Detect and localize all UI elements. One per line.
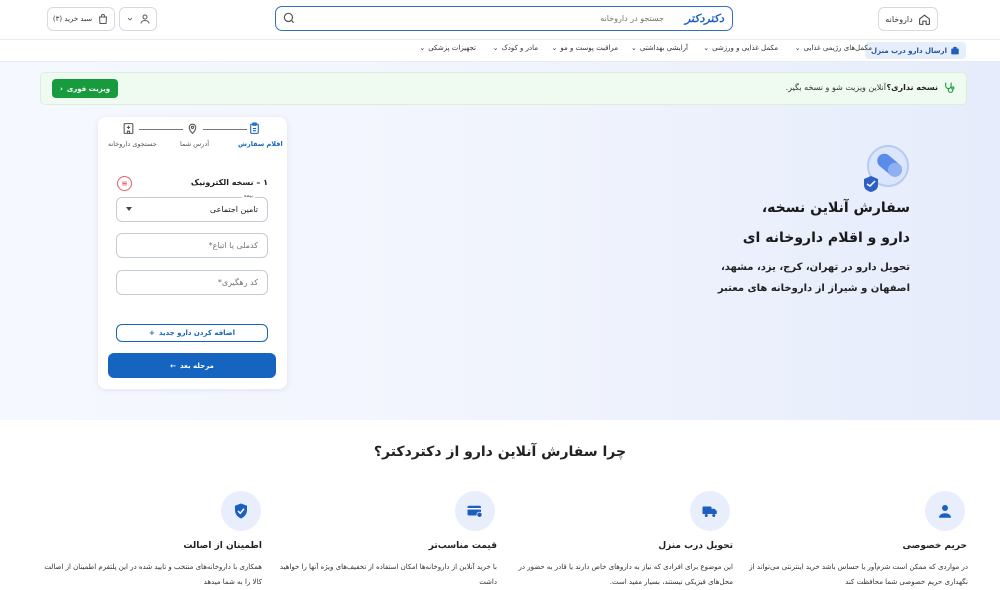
nav-item-diet-supplements[interactable]: مکمل‌های رژیمی غذایی ⌄ xyxy=(795,44,872,52)
brand-logo: دکتردکتر xyxy=(684,12,724,25)
features-title: چرا سفارش آنلاین دارو از دکتردکتر؟ xyxy=(373,444,627,460)
clipboard-icon xyxy=(248,122,261,135)
step-label-address: آدرس شما xyxy=(180,140,210,148)
user-icon xyxy=(139,13,151,25)
next-step-button[interactable]: مرحله بعد ← xyxy=(108,353,276,378)
visit-banner: نسخه نداری؟ آنلاین ویزیت شو و نسخه بگیر. xyxy=(40,72,967,105)
insurance-select[interactable]: بیمه تامین اجتماعی xyxy=(116,193,268,222)
cart-label: سبد خرید (۳) xyxy=(52,15,93,23)
chevron-down-icon: ⌄ xyxy=(419,44,426,52)
pill-shield-illustration xyxy=(861,142,911,192)
user-icon xyxy=(925,491,965,531)
add-drug-button[interactable]: اضافه کردن دارو جدید + xyxy=(116,324,268,342)
nav-item-mother-child[interactable]: مادر و کودک ⌄ xyxy=(493,44,538,52)
nav-item-skin-hair[interactable]: مراقبت پوست و مو ⌄ xyxy=(552,44,619,52)
instant-visit-button[interactable]: ویزیت فوری ‹ xyxy=(52,79,118,98)
caret-down-icon xyxy=(126,207,132,211)
chevron-down-icon xyxy=(126,15,134,23)
feature-desc-authenticity: همکاری با داروخانه‌های منتخب و تایید شده… xyxy=(44,563,262,586)
hero-subtitle-line2: اصفهان و شیراز از داروخانه های معتبر xyxy=(717,283,910,294)
step-label-items: اقلام سفارش xyxy=(238,140,283,148)
search-bar[interactable]: دکتردکتر xyxy=(275,6,733,31)
chevron-down-icon: ⌄ xyxy=(630,44,637,52)
feature-title-price: قیمت مناسب‌تر xyxy=(428,541,497,551)
hero-title-line2: دارو و اقلام داروخانه ای xyxy=(742,230,910,246)
pill-box-icon xyxy=(950,46,960,56)
arrow-left-icon: ← xyxy=(170,361,176,370)
user-account-button[interactable] xyxy=(119,7,157,31)
home-icon xyxy=(918,13,931,26)
step-label-pharmacy-search: جستجوی داروخانه xyxy=(108,140,157,148)
stepper-line xyxy=(139,129,183,130)
search-input[interactable] xyxy=(324,10,664,27)
chevron-down-icon: ⌄ xyxy=(551,44,558,52)
chevron-left-icon: ‹ xyxy=(59,84,63,93)
plus-icon: + xyxy=(149,329,155,337)
pharmacy-button[interactable]: داروخانه xyxy=(878,7,938,31)
nav-item-sport-supplements[interactable]: مکمل غذایی و ورزشی ⌄ xyxy=(703,44,778,52)
category-nav: ارسال دارو درب منزل مکمل‌های رژیمی غذایی… xyxy=(0,40,1000,62)
nav-item-medical-equipment[interactable]: تجهیزات پزشکی ⌄ xyxy=(419,44,476,52)
feature-title-privacy: حریم خصوصی xyxy=(902,541,967,551)
hero-subtitle-line1: تحویل دارو در تهران، کرج، یزد، مشهد، xyxy=(720,262,910,273)
nav-item-home-delivery[interactable]: ارسال دارو درب منزل xyxy=(865,42,966,59)
credit-card-icon xyxy=(455,491,495,531)
delete-prescription-icon[interactable] xyxy=(117,176,132,191)
shield-check-icon xyxy=(221,491,261,531)
pharmacy-building-icon xyxy=(122,122,135,135)
tracking-code-input[interactable] xyxy=(116,270,268,295)
nav-item-cosmetics[interactable]: آرایشی بهداشتی ⌄ xyxy=(631,44,688,52)
stepper: اقلام سفارش آدرس شما جستجوی داروخانه xyxy=(105,122,283,152)
cart-button[interactable]: سبد خرید (۳) xyxy=(47,7,115,31)
chevron-down-icon: ⌄ xyxy=(703,44,710,52)
feature-desc-privacy: در مواردی که ممکن است شرم‌آور یا حساس با… xyxy=(749,563,968,586)
insurance-legend: بیمه xyxy=(241,193,255,199)
pharmacy-label: داروخانه xyxy=(885,14,913,24)
hero-title-line1: سفارش آنلاین نسخه، xyxy=(761,200,910,216)
stepper-line xyxy=(203,129,247,130)
insurance-value: تامین اجتماعی xyxy=(209,205,258,214)
feature-title-delivery: تحویل درب منزل xyxy=(658,541,733,551)
stethoscope-icon xyxy=(943,81,956,94)
delivery-truck-icon xyxy=(690,491,730,531)
chevron-down-icon: ⌄ xyxy=(794,44,801,52)
feature-title-authenticity: اطمینان از اصالت xyxy=(183,541,262,551)
national-code-input[interactable] xyxy=(116,233,268,258)
prescription-title: ۱ – نسخه الکترونیک xyxy=(190,178,268,187)
search-icon[interactable] xyxy=(282,11,296,25)
feature-desc-price: با خرید آنلاین از داروخانه‌ها امکان استف… xyxy=(279,563,497,586)
chevron-down-icon: ⌄ xyxy=(492,44,499,52)
shopping-bag-icon xyxy=(97,13,109,25)
banner-text: آنلاین ویزیت شو و نسخه بگیر. xyxy=(785,83,886,92)
location-pin-icon xyxy=(186,122,199,135)
top-header: داروخانه دکتردکتر سبد خرید (۳) xyxy=(0,0,1000,40)
banner-bold: نسخه نداری؟ xyxy=(886,83,939,92)
feature-desc-delivery: این موضوع برای افرادی که نیاز به داروهای… xyxy=(518,563,733,586)
